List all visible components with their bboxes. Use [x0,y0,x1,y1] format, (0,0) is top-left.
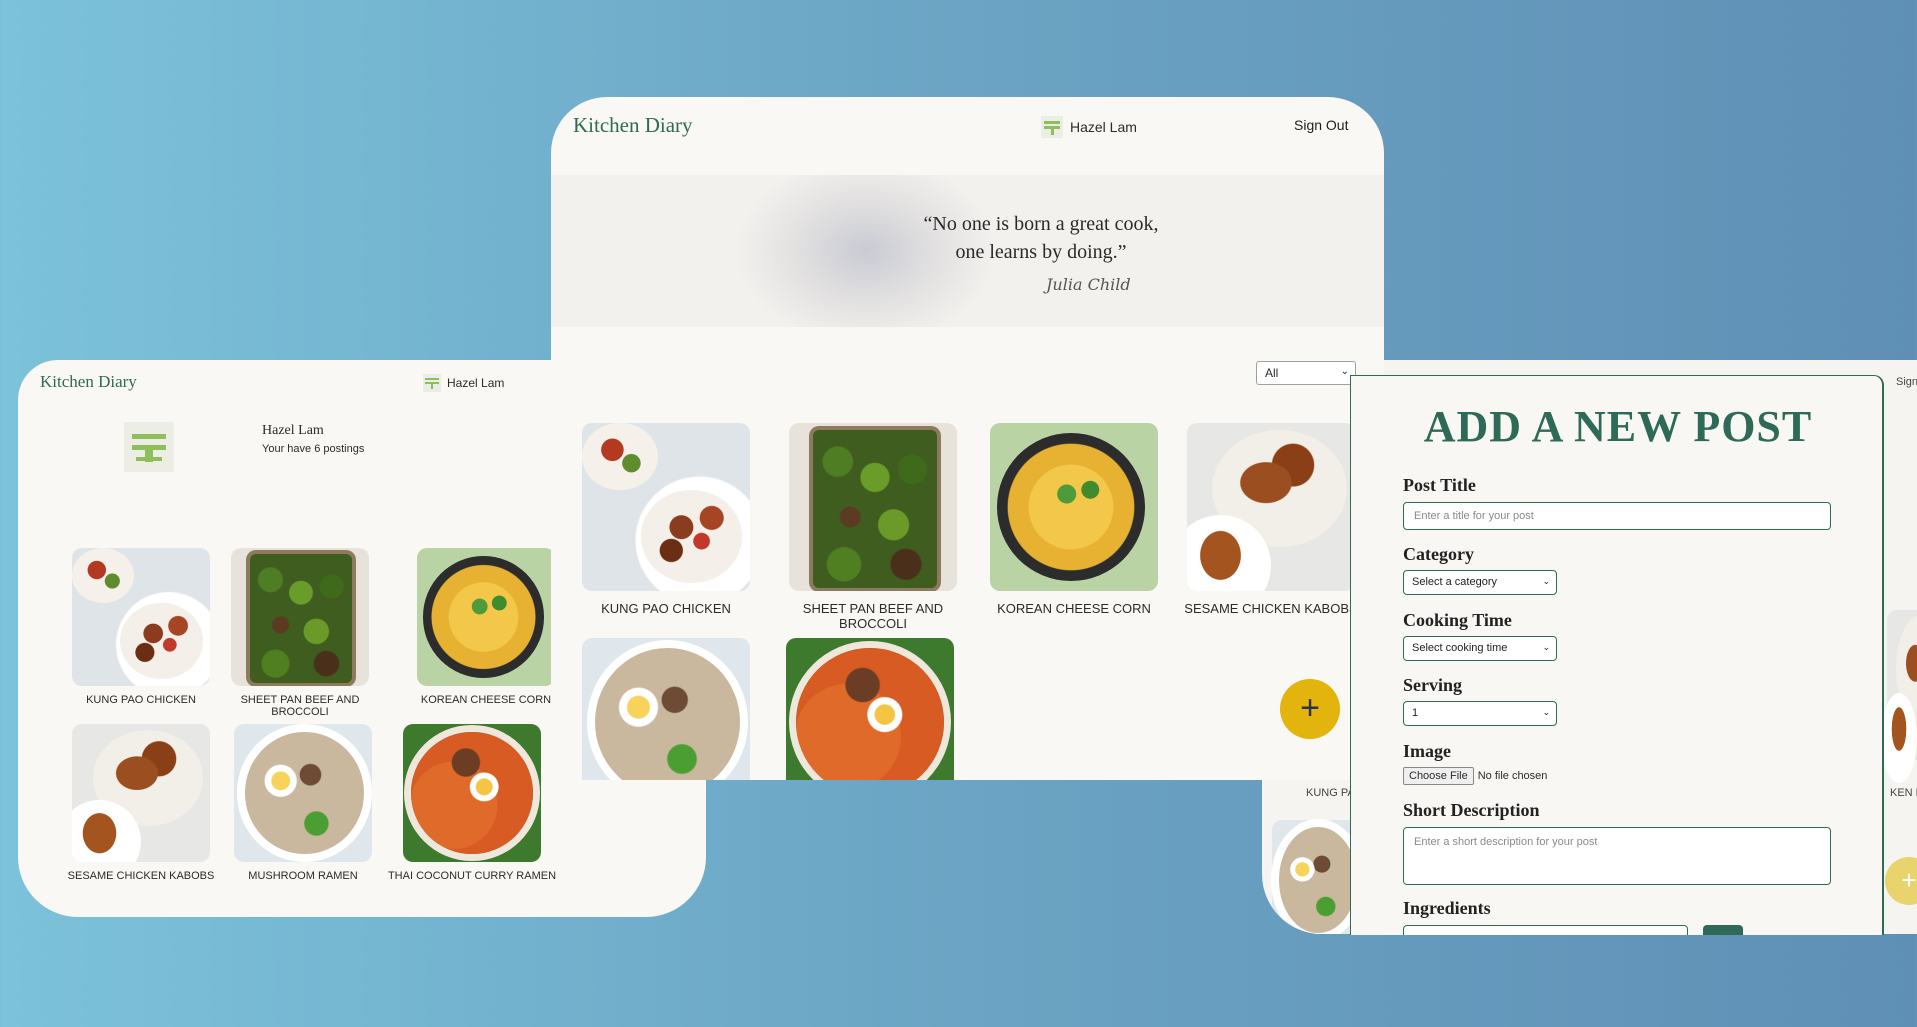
posting-count: Your have 6 postings [262,443,365,455]
brand-logo-text[interactable]: Kitchen Diary [40,372,137,392]
recipe-image[interactable] [72,548,210,686]
recipe-image-peek[interactable] [1881,610,1917,783]
recipe-image[interactable] [582,638,750,780]
recipe-card[interactable] [576,638,756,780]
user-avatar-icon [1041,116,1063,138]
file-status-text: No file chosen [1477,770,1548,782]
recipe-title: KUNG PAO CHICKEN [601,601,731,616]
user-avatar-icon [423,374,441,392]
ingredients-label: Ingredients [1403,898,1491,918]
cooking-time-label: Cooking Time [1403,610,1512,630]
home-page-card: Kitchen Diary Hazel Lam Sign Out “No one… [551,97,1384,780]
form-title: ADD A NEW POST [1423,402,1813,451]
serving-label: Serving [1403,675,1463,695]
cooking-time-select[interactable]: Select cooking time ⌄ [1403,636,1557,661]
quote-author-signature: Julia Child [1046,275,1131,294]
recipe-title: MUSHROOM RAMEN [248,870,358,882]
recipe-image[interactable] [1187,423,1355,591]
recipe-title: SHEET PAN BEEF AND BROCCOLI [240,694,360,718]
recipe-title: KUNG PAO CHICKEN [86,694,196,706]
recipe-image[interactable] [231,548,369,686]
recipe-card[interactable]: KOREAN CHEESE CORN [400,548,572,706]
recipe-title: SESAME CHICKEN KABOBS [1184,601,1358,616]
chevron-down-icon: ⌄ [1542,576,1550,586]
sign-out-link-peek[interactable]: Sign [1896,376,1917,388]
recipe-image[interactable] [789,423,957,591]
recipe-image[interactable] [786,638,954,780]
chevron-down-icon: ⌄ [1340,366,1349,377]
chevron-down-icon: ⌄ [1542,642,1550,652]
recipe-card[interactable]: KUNG PAO CHICKEN [55,548,227,706]
recipe-title: THAI COCONUT CURRY RAMEN [387,870,557,882]
category-select-value: Select a category [1412,576,1497,588]
short-description-textarea[interactable]: Enter a short description for your post [1403,827,1831,885]
user-menu[interactable]: Hazel Lam [1041,116,1137,138]
chevron-down-icon: ⌄ [1542,707,1550,717]
filter-value: All [1265,366,1279,380]
add-post-form-card: ADD A NEW POST Post Title Enter a title … [1350,375,1884,935]
serving-select[interactable]: 1 ⌄ [1403,701,1557,726]
short-description-label: Short Description [1403,800,1540,820]
recipe-title: SESAME CHICKEN KABOBS [67,870,215,882]
recipe-title: KOREAN CHEESE CORN [997,601,1151,616]
recipe-image[interactable] [234,724,372,862]
serving-select-value: 1 [1412,707,1419,719]
recipe-image[interactable] [582,423,750,591]
ingredient-input[interactable] [1403,925,1688,935]
brand-logo-text[interactable]: Kitchen Diary [573,113,693,138]
profile-avatar [124,422,174,472]
recipe-card[interactable]: KUNG PAO CHICKEN [576,423,756,616]
sign-out-link[interactable]: Sign Out [1294,117,1348,133]
recipe-card[interactable]: SHEET PAN BEEF AND BROCCOLI [773,423,973,631]
recipe-title: KOREAN CHEESE CORN [420,694,552,706]
add-post-button[interactable]: + [1280,679,1340,739]
recipe-card[interactable] [780,638,960,780]
quote-line: “No one is born a great cook, [923,213,1159,235]
user-name: Hazel Lam [1070,119,1137,135]
image-label: Image [1403,741,1451,761]
category-label: Category [1403,544,1474,564]
recipe-card[interactable]: KOREAN CHEESE CORN [984,423,1164,616]
recipe-card[interactable]: SHEET PAN BEEF AND BROCCOLI [212,548,388,718]
recipe-card[interactable]: SESAME CHICKEN KABOBS [1171,423,1371,616]
quote-line: one learns by doing.” [955,241,1127,263]
recipe-image[interactable] [72,724,210,862]
recipe-card[interactable]: MUSHROOM RAMEN [217,724,389,882]
add-ingredient-button[interactable] [1703,925,1743,935]
recipe-title-peek: KUNG PA [1306,787,1355,799]
user-menu[interactable]: Hazel Lam [423,374,504,392]
recipe-image[interactable] [403,724,541,862]
post-title-label: Post Title [1403,475,1476,495]
recipe-title-peek: KEN K [1890,787,1917,799]
category-select[interactable]: Select a category ⌄ [1403,570,1557,595]
cooking-time-select-value: Select cooking time [1412,642,1508,654]
choose-file-button[interactable]: Choose File [1403,767,1474,785]
post-title-input[interactable]: Enter a title for your post [1403,502,1831,530]
profile-name: Hazel Lam [262,423,324,438]
user-name: Hazel Lam [447,376,505,390]
quote-text: “No one is born a great cook, one learns… [856,210,1226,266]
recipe-card[interactable]: SESAME CHICKEN KABOBS [55,724,227,882]
recipe-title: SHEET PAN BEEF AND BROCCOLI [802,601,944,631]
recipe-image[interactable] [417,548,555,686]
recipe-image-peek[interactable] [1272,820,1362,934]
recipe-card[interactable]: THAI COCONUT CURRY RAMEN [376,724,568,882]
image-file-input[interactable]: Choose File No file chosen [1403,767,1547,785]
recipe-image[interactable] [990,423,1158,591]
category-filter-select[interactable]: All ⌄ [1256,361,1356,385]
